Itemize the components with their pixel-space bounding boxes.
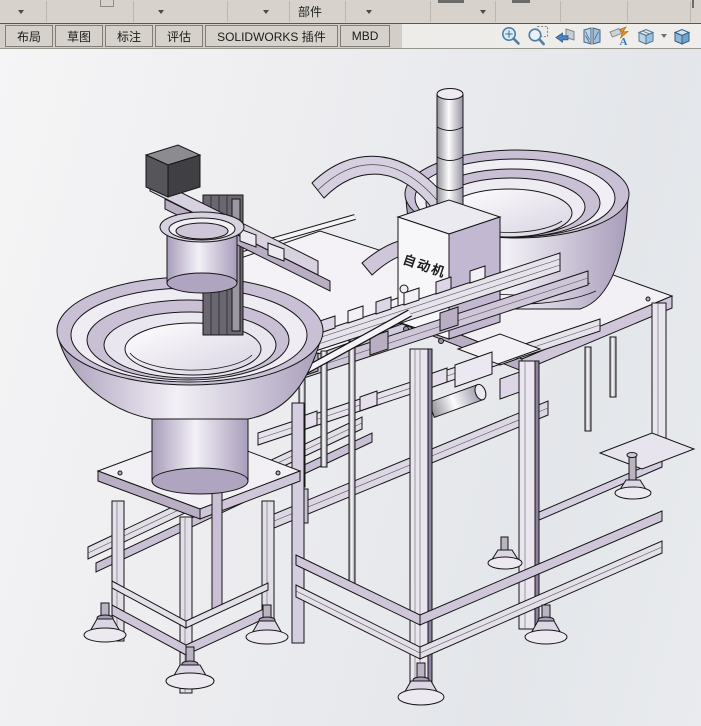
ribbon-separator xyxy=(345,1,346,22)
ribbon-separator xyxy=(430,1,431,22)
previous-view-icon[interactable] xyxy=(554,25,576,47)
heads-up-view-toolbar: A xyxy=(500,24,693,48)
command-manager-tabbar: 布局 草图 标注 评估 SOLIDWORKS 插件 MBD xyxy=(0,24,701,49)
clipped-ribbon-text xyxy=(438,0,464,3)
tab-evaluate[interactable]: 评估 xyxy=(155,25,203,47)
dropdown-arrow-icon[interactable] xyxy=(18,10,24,14)
ribbon-separator xyxy=(495,1,496,22)
dropdown-arrow-icon[interactable] xyxy=(366,10,372,14)
cad-assembly-model: 自动机 xyxy=(0,49,701,726)
ribbon-separator xyxy=(133,1,134,22)
dropdown-arrow-icon[interactable] xyxy=(158,10,164,14)
tab-layout[interactable]: 布局 xyxy=(5,25,53,47)
tab-solidworks-addins[interactable]: SOLIDWORKS 插件 xyxy=(205,25,338,47)
section-view-icon[interactable] xyxy=(581,25,603,47)
tab-mbd[interactable]: MBD xyxy=(340,25,391,47)
svg-text:A: A xyxy=(620,36,628,47)
zoom-to-fit-icon[interactable] xyxy=(500,25,522,47)
ribbon-separator xyxy=(560,1,561,22)
ribbon-separator xyxy=(46,1,47,22)
graphics-viewport[interactable]: 自动机 xyxy=(0,49,701,726)
display-style-icon[interactable] xyxy=(671,25,693,47)
view-orientation-icon[interactable] xyxy=(635,25,657,47)
ribbon-separator xyxy=(227,1,228,22)
zoom-to-area-icon[interactable] xyxy=(527,25,549,47)
ribbon-group-label: 部件 xyxy=(298,3,322,20)
ribbon-separator xyxy=(627,1,628,22)
tab-markup[interactable]: 标注 xyxy=(105,25,153,47)
ribbon-separator xyxy=(289,1,290,22)
hide-show-annotations-icon[interactable]: A xyxy=(608,25,630,47)
stepper-motor xyxy=(146,145,200,197)
tab-list: 布局 草图 标注 评估 SOLIDWORKS 插件 MBD xyxy=(5,25,390,47)
ribbon-strip: 部件 xyxy=(0,0,701,24)
clipped-ribbon-icon xyxy=(100,0,114,7)
tab-sketch[interactable]: 草图 xyxy=(55,25,103,47)
view-orientation-dropdown-arrow[interactable] xyxy=(661,34,667,38)
clipped-ribbon-text xyxy=(512,0,530,3)
clipped-ribbon-text xyxy=(692,0,694,8)
dropdown-arrow-icon[interactable] xyxy=(263,10,269,14)
ribbon-separator xyxy=(690,1,691,22)
small-bowl-feeder xyxy=(160,212,244,293)
dropdown-arrow-icon[interactable] xyxy=(480,10,486,14)
